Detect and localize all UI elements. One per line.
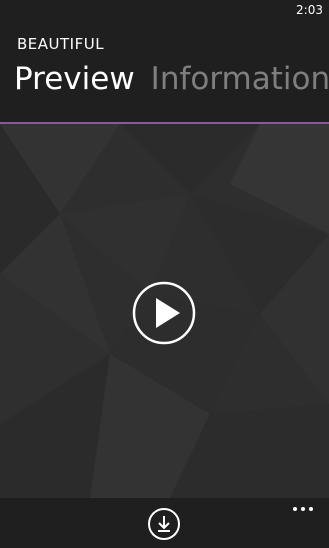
play-button[interactable] — [132, 281, 196, 345]
more-dots-icon — [293, 507, 313, 511]
page-header: BEAUTIFUL Preview Information — [0, 22, 329, 122]
pivot-tabs: Preview Information — [14, 64, 329, 95]
status-bar: 2:03 — [0, 0, 329, 22]
download-icon — [158, 516, 170, 532]
play-icon — [156, 298, 180, 328]
status-time: 2:03 — [296, 3, 323, 17]
tab-information[interactable]: Information — [151, 64, 329, 95]
app-bar — [0, 498, 329, 548]
app-title: BEAUTIFUL — [17, 35, 105, 53]
tab-preview[interactable]: Preview — [14, 64, 135, 95]
preview-area — [0, 124, 329, 498]
more-button[interactable] — [291, 502, 315, 516]
download-button[interactable] — [147, 507, 181, 541]
